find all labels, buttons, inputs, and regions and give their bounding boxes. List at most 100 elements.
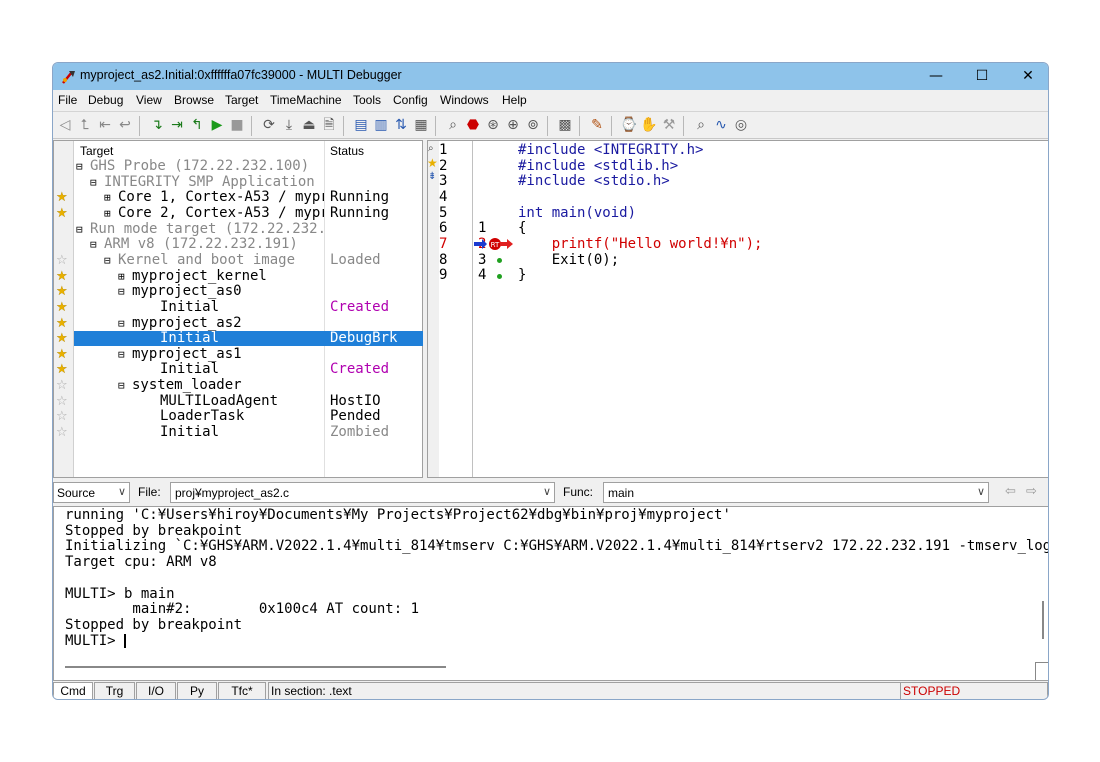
target-row[interactable]: ⊟ Kernel and boot image Loaded: [74, 252, 423, 268]
menu-view[interactable]: View: [136, 93, 162, 107]
flash-icon[interactable]: ⏏: [299, 115, 319, 135]
menu-help[interactable]: Help: [502, 93, 527, 107]
view-mode-select[interactable]: Source ∨: [53, 482, 130, 503]
func-combo[interactable]: main ∨: [603, 482, 989, 503]
star-icon[interactable]: ☆: [56, 253, 70, 268]
collapse-icon[interactable]: ⊟: [90, 237, 97, 252]
target-row[interactable]: LoaderTask Pended: [74, 409, 423, 424]
tab-cmd[interactable]: Cmd: [53, 682, 93, 699]
target-row[interactable]: Initial Created: [74, 362, 423, 377]
star-icon[interactable]: ★: [56, 269, 70, 284]
menu-tools[interactable]: Tools: [353, 93, 381, 107]
breakpoint-pc-arrow-icon[interactable]: RT: [474, 237, 514, 251]
resize-grip[interactable]: [1035, 662, 1048, 680]
star-icon[interactable]: ★: [56, 285, 70, 299]
source-code-line[interactable]: {: [518, 221, 526, 236]
command-pane[interactable]: running 'C:¥Users¥hiroy¥Documents¥My Pro…: [53, 506, 1048, 681]
tab-py[interactable]: Py: [177, 682, 217, 699]
star-icon[interactable]: ☆: [56, 379, 70, 393]
target-row[interactable]: MULTILoadAgent HostIO: [74, 393, 423, 409]
target-icon[interactable]: ◎: [731, 115, 751, 135]
collapse-icon[interactable]: ⊟: [118, 378, 125, 393]
search-icon[interactable]: ⌕: [428, 143, 434, 154]
source-code-line[interactable]: #include <stdlib.h>: [518, 158, 678, 174]
back-icon[interactable]: ◁: [55, 115, 75, 135]
star-icon[interactable]: ★: [56, 332, 70, 346]
source-code-line[interactable]: Exit(0);: [518, 252, 619, 268]
target-row[interactable]: ⊟ Run mode target (172.22.232.1: [74, 222, 423, 237]
breakpoint-dot[interactable]: [497, 274, 502, 279]
trace-icon[interactable]: ∿: [711, 115, 731, 135]
restart-icon[interactable]: ⇤: [95, 115, 115, 135]
target-row[interactable]: ⊟ myproject_as0: [74, 284, 423, 299]
target-row[interactable]: Initial Zombied: [74, 425, 423, 440]
collapse-icon[interactable]: ⊟: [76, 159, 83, 174]
step-over-icon[interactable]: ⇥: [167, 115, 187, 135]
run-icon[interactable]: ▶: [207, 115, 227, 135]
target-row[interactable]: ⊞ myproject_kernel: [74, 269, 423, 284]
zoom-icon[interactable]: ⊚: [523, 115, 543, 135]
menu-file[interactable]: File: [58, 93, 77, 107]
history-icon[interactable]: ⌚: [619, 115, 639, 135]
star-icon[interactable]: ★: [56, 206, 70, 221]
target-row[interactable]: ⊟ system_loader: [74, 378, 423, 393]
star-icon[interactable]: ★: [56, 363, 70, 377]
breakpoint-dot[interactable]: [497, 258, 502, 263]
browse-icon[interactable]: ⌕: [443, 115, 463, 135]
expand-icon[interactable]: ⊞: [104, 206, 111, 221]
source-code-line[interactable]: printf("Hello world!¥n");: [518, 236, 763, 252]
up-frame-icon[interactable]: ⮤: [75, 115, 95, 135]
zoom-in-icon[interactable]: ⊕: [503, 115, 523, 135]
title-bar[interactable]: myproject_as2.Initial:0xffffffa07fc39000…: [53, 63, 1048, 90]
star-icon[interactable]: ★: [56, 300, 70, 315]
notes-icon[interactable]: ✎: [587, 115, 607, 135]
target-row[interactable]: ⊟ INTEGRITY SMP Application: [74, 175, 423, 190]
source-code-line[interactable]: #include <stdio.h>: [518, 174, 670, 189]
file-combo[interactable]: proj¥myproject_as2.c ∨: [170, 482, 555, 503]
target-row[interactable]: Initial Created: [74, 299, 423, 315]
expand-icon[interactable]: ⊞: [118, 269, 125, 284]
target-row[interactable]: ⊞ Core 1, Cortex-A53 / mypro Running: [74, 190, 423, 205]
target-row[interactable]: ⊞ Core 2, Cortex-A53 / mypro Running: [74, 205, 423, 221]
expand-icon[interactable]: ⊞: [104, 190, 111, 205]
nav-back-icon[interactable]: ⇦: [1005, 484, 1016, 499]
menu-debug[interactable]: Debug: [88, 93, 123, 107]
minimize-button[interactable]: —: [913, 63, 959, 90]
menu-timemachine[interactable]: TimeMachine: [270, 93, 342, 107]
collapse-icon[interactable]: ⊟: [90, 175, 97, 190]
collapse-icon[interactable]: ⊟: [104, 253, 111, 268]
star-icon[interactable]: ★: [56, 347, 70, 362]
columns-icon[interactable]: ▦: [411, 115, 431, 135]
source-code-line[interactable]: }: [518, 268, 526, 283]
jump-icon[interactable]: ⇟: [428, 171, 436, 182]
collapse-icon[interactable]: ⊟: [118, 284, 125, 299]
source-code-line[interactable]: int main(void): [518, 205, 636, 221]
download-icon[interactable]: ⤓: [279, 115, 299, 135]
close-button[interactable]: ✕: [1005, 63, 1048, 90]
step-source-icon[interactable]: ▤: [351, 115, 371, 135]
source-code-line[interactable]: #include <INTEGRITY.h>: [518, 143, 703, 158]
watch-icon[interactable]: ⊛: [483, 115, 503, 135]
vertical-scrollbar[interactable]: [1042, 601, 1044, 639]
collapse-icon[interactable]: ⊟: [76, 222, 83, 237]
tab-io[interactable]: I/O: [136, 682, 176, 699]
menu-browse[interactable]: Browse: [174, 93, 214, 107]
menu-config[interactable]: Config: [393, 93, 428, 107]
star-icon[interactable]: ☆: [56, 426, 70, 440]
tab-tfc[interactable]: Tfc*: [218, 682, 266, 699]
search-icon[interactable]: ⌕: [691, 115, 711, 135]
target-row[interactable]: ⊟ myproject_as1: [74, 347, 423, 362]
target-row[interactable]: ⊟ GHS Probe (172.22.232.100): [74, 159, 423, 174]
collapse-icon[interactable]: ⊟: [118, 347, 125, 362]
menu-target[interactable]: Target: [225, 93, 258, 107]
star-icon[interactable]: ☆: [56, 410, 70, 424]
hand-icon[interactable]: ✋: [639, 115, 659, 135]
target-row[interactable]: ⊟ ARM v8 (172.22.232.191): [74, 237, 423, 252]
tools-icon[interactable]: ⚒: [659, 115, 679, 135]
tab-trg[interactable]: Trg: [94, 682, 135, 699]
target-row[interactable]: Initial DebugBrk: [74, 331, 423, 347]
star-icon[interactable]: ★: [56, 316, 70, 331]
halt-icon[interactable]: ■: [227, 115, 247, 135]
nav-forward-icon[interactable]: ⇨: [1026, 484, 1037, 499]
step-asm-icon[interactable]: ▥: [371, 115, 391, 135]
